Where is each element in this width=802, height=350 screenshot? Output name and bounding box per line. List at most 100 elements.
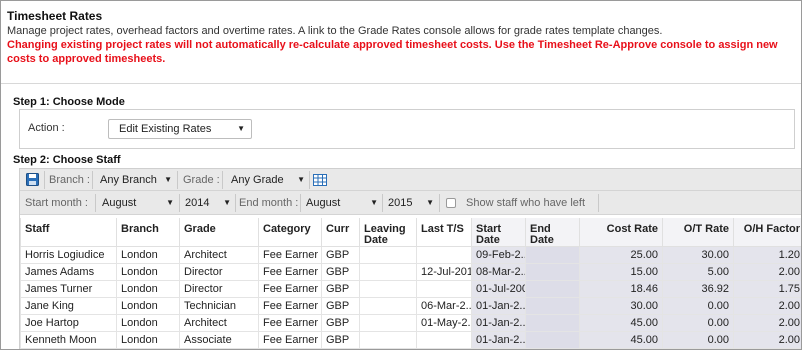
column-header[interactable]: O/H Factor bbox=[733, 218, 801, 247]
show-left-label: Show staff who have left bbox=[466, 197, 586, 209]
column-header[interactable]: Category bbox=[258, 218, 322, 247]
cell-oh[interactable]: 2.00 bbox=[733, 297, 801, 315]
table-row[interactable]: Joe Hartop London Architect Fee Earner GBP 01… bbox=[20, 314, 801, 332]
cell-curr: GBP bbox=[321, 331, 360, 349]
end-month-select[interactable]: August ▼ bbox=[306, 191, 378, 215]
cell-cost[interactable]: 45.00 bbox=[579, 314, 663, 332]
cell-curr: GBP bbox=[321, 280, 360, 298]
cell-cost[interactable]: 30.00 bbox=[579, 297, 663, 315]
cell-ot[interactable]: 0.00 bbox=[662, 297, 734, 315]
table-row[interactable]: Horris Logiudice London Architect Fee Earne… bbox=[20, 246, 801, 264]
cell-category: Fee Earner bbox=[258, 297, 322, 315]
cell-last-ts: 06-Mar-2... bbox=[416, 297, 472, 315]
show-left-checkbox[interactable] bbox=[446, 198, 456, 208]
timesheet-rates-panel: Timesheet Rates Manage project rates, ov… bbox=[0, 0, 802, 350]
cell-start[interactable]: 09-Feb-2... bbox=[471, 246, 526, 264]
toolbar-divider bbox=[95, 194, 96, 212]
toolbar-divider bbox=[222, 171, 223, 189]
cell-oh[interactable]: 2.00 bbox=[733, 263, 801, 281]
table-row[interactable]: Jane King London Technician Fee Earner GBP 06… bbox=[20, 297, 801, 315]
cell-start[interactable]: 01-Jan-2... bbox=[471, 297, 526, 315]
cell-end[interactable] bbox=[525, 280, 580, 298]
cell-category: Fee Earner bbox=[258, 263, 322, 281]
save-icon[interactable] bbox=[26, 173, 39, 186]
cell-grade: Director bbox=[179, 263, 259, 281]
cell-end[interactable] bbox=[525, 263, 580, 281]
column-header[interactable]: Grade bbox=[179, 218, 259, 247]
toolbar-divider bbox=[179, 194, 180, 212]
branch-select[interactable]: Any Branch ▼ bbox=[100, 169, 172, 191]
start-year-select[interactable]: 2014 ▼ bbox=[185, 191, 231, 215]
cell-cost[interactable]: 18.46 bbox=[579, 280, 663, 298]
chevron-down-icon: ▼ bbox=[164, 175, 172, 184]
table-row[interactable]: Kenneth Moon London Associate Fee Earner GBP… bbox=[20, 331, 801, 349]
start-month-label: Start month : bbox=[25, 197, 88, 209]
cell-ot[interactable]: 36.92 bbox=[662, 280, 734, 298]
cell-oh[interactable]: 2.00 bbox=[733, 331, 801, 349]
cell-ot[interactable]: 0.00 bbox=[662, 314, 734, 332]
cell-staff: James Adams bbox=[20, 263, 117, 281]
cell-leaving bbox=[359, 297, 417, 315]
staff-rates-table: Staff Branch Grade Category Curr Leaving… bbox=[20, 218, 801, 349]
cell-end[interactable] bbox=[525, 246, 580, 264]
cell-ot[interactable]: 30.00 bbox=[662, 246, 734, 264]
cell-staff: Jane King bbox=[20, 297, 117, 315]
mode-panel: Action : Edit Existing Rates ▼ bbox=[19, 109, 795, 149]
toolbar-divider bbox=[598, 194, 599, 212]
column-header[interactable]: Branch bbox=[116, 218, 180, 247]
cell-branch: London bbox=[116, 314, 180, 332]
action-select[interactable]: Edit Existing Rates ▼ bbox=[108, 119, 252, 139]
cell-leaving bbox=[359, 246, 417, 264]
cell-last-ts bbox=[416, 331, 472, 349]
toolbar-divider bbox=[439, 194, 440, 212]
column-header[interactable]: End Date bbox=[525, 218, 580, 247]
cell-grade: Architect bbox=[179, 314, 259, 332]
grade-label: Grade : bbox=[183, 174, 220, 186]
table-icon[interactable] bbox=[313, 174, 327, 186]
cell-ot[interactable]: 0.00 bbox=[662, 331, 734, 349]
cell-start[interactable]: 01-Jan-2... bbox=[471, 331, 526, 349]
table-row[interactable]: James Turner London Director Fee Earner GBP 0… bbox=[20, 280, 801, 298]
divider bbox=[1, 83, 801, 84]
cell-cost[interactable]: 25.00 bbox=[579, 246, 663, 264]
cell-oh[interactable]: 1.20 bbox=[733, 246, 801, 264]
column-header[interactable]: O/T Rate bbox=[662, 218, 734, 247]
cell-oh[interactable]: 2.00 bbox=[733, 314, 801, 332]
column-header[interactable]: Start Date bbox=[471, 218, 526, 247]
cell-branch: London bbox=[116, 246, 180, 264]
cell-grade: Technician bbox=[179, 297, 259, 315]
column-header[interactable]: Leaving Date bbox=[359, 218, 417, 247]
cell-curr: GBP bbox=[321, 297, 360, 315]
cell-start[interactable]: 01-Jul-2007 bbox=[471, 280, 526, 298]
page-description: Manage project rates, overhead factors a… bbox=[7, 25, 663, 37]
cell-end[interactable] bbox=[525, 314, 580, 332]
cell-end[interactable] bbox=[525, 297, 580, 315]
cell-oh[interactable]: 1.75 bbox=[733, 280, 801, 298]
step1-title: Step 1: Choose Mode bbox=[13, 96, 125, 108]
column-header[interactable]: Curr bbox=[321, 218, 360, 247]
intro-section: Timesheet Rates Manage project rates, ov… bbox=[7, 9, 797, 66]
chevron-down-icon: ▼ bbox=[166, 198, 174, 207]
grade-select-value: Any Grade bbox=[231, 174, 284, 186]
chevron-down-icon: ▼ bbox=[297, 175, 305, 184]
cell-category: Fee Earner bbox=[258, 314, 322, 332]
toolbar-divider bbox=[92, 171, 93, 189]
end-year-select[interactable]: 2015 ▼ bbox=[388, 191, 434, 215]
cell-branch: London bbox=[116, 297, 180, 315]
toolbar-divider bbox=[382, 194, 383, 212]
cell-end[interactable] bbox=[525, 331, 580, 349]
cell-cost[interactable]: 15.00 bbox=[579, 263, 663, 281]
column-header[interactable]: Cost Rate bbox=[579, 218, 663, 247]
cell-staff: Kenneth Moon bbox=[20, 331, 117, 349]
table-row[interactable]: James Adams London Director Fee Earner GBP 12… bbox=[20, 263, 801, 281]
cell-start[interactable]: 08-Mar-2... bbox=[471, 263, 526, 281]
cell-cost[interactable]: 45.00 bbox=[579, 331, 663, 349]
chevron-down-icon: ▼ bbox=[370, 198, 378, 207]
end-year-value: 2015 bbox=[388, 197, 413, 209]
start-month-select[interactable]: August ▼ bbox=[102, 191, 174, 215]
column-header[interactable]: Staff bbox=[20, 218, 117, 247]
cell-ot[interactable]: 5.00 bbox=[662, 263, 734, 281]
cell-start[interactable]: 01-Jan-2... bbox=[471, 314, 526, 332]
grade-select[interactable]: Any Grade ▼ bbox=[231, 169, 305, 191]
column-header[interactable]: Last T/S bbox=[416, 218, 472, 247]
